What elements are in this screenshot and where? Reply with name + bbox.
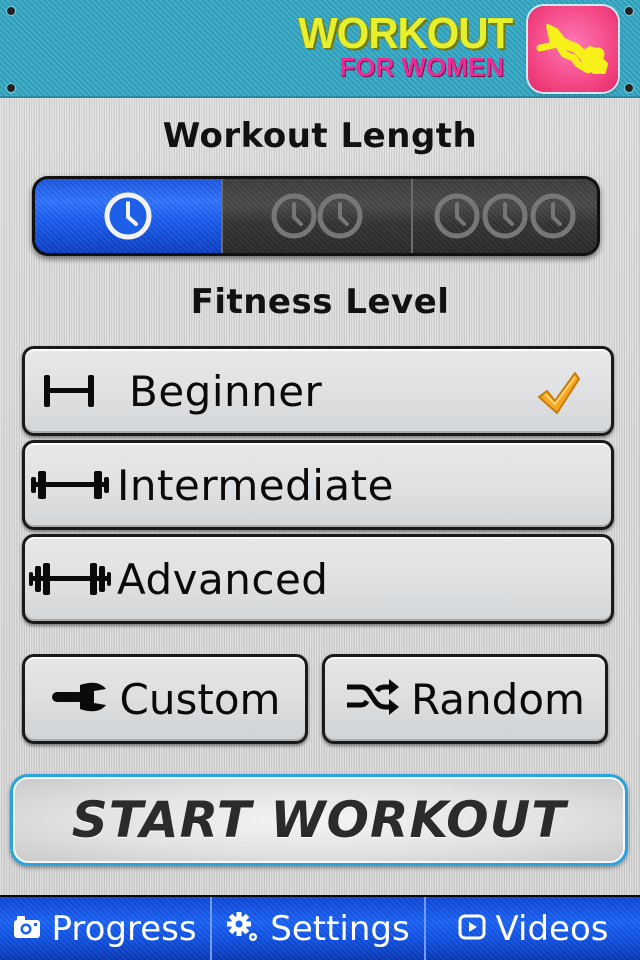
- length-option-long[interactable]: [411, 179, 597, 253]
- wrench-icon: [50, 679, 110, 719]
- app-header: WORKOUT FOR WOMEN: [0, 0, 640, 98]
- rivet-icon: [7, 84, 15, 92]
- clock-icon: [271, 193, 363, 239]
- dumbbell-medium-icon: [25, 465, 115, 505]
- tab-videos[interactable]: Videos: [424, 897, 640, 960]
- tab-settings[interactable]: Settings: [210, 897, 424, 960]
- rivet-icon: [7, 7, 15, 15]
- start-workout-label: START WORKOUT: [71, 791, 567, 849]
- app-logo: WORKOUT FOR WOMEN: [287, 9, 513, 81]
- start-workout-button[interactable]: START WORKOUT: [10, 774, 628, 866]
- custom-workout-button[interactable]: Custom: [22, 654, 308, 744]
- rivet-icon: [625, 84, 633, 92]
- play-icon: [458, 914, 486, 944]
- checkmark-icon: [535, 369, 583, 421]
- workout-length-title: Workout Length: [162, 116, 478, 156]
- random-label: Random: [411, 674, 585, 724]
- camera-icon: [13, 915, 41, 943]
- length-option-medium[interactable]: [221, 179, 411, 253]
- level-advanced-button[interactable]: Advanced: [22, 534, 614, 624]
- level-intermediate-button[interactable]: Intermediate: [22, 440, 614, 530]
- clock-icon: [104, 192, 152, 240]
- gear-icon: [226, 911, 260, 947]
- logo-main-text: WORKOUT: [298, 9, 513, 58]
- fitness-level-title: Fitness Level: [190, 282, 450, 322]
- tab-bar: Progress Settings Videos: [0, 895, 640, 960]
- tab-label: Progress: [51, 908, 197, 949]
- dumbbell-heavy-icon: [25, 559, 115, 599]
- level-label: Intermediate: [117, 460, 394, 510]
- level-label: Advanced: [117, 554, 329, 604]
- tab-progress[interactable]: Progress: [0, 897, 210, 960]
- rivet-icon: [625, 7, 633, 15]
- clock-icon: [434, 193, 576, 239]
- workout-length-selector: [32, 176, 600, 256]
- dumbbell-light-icon: [25, 371, 115, 411]
- random-workout-button[interactable]: Random: [322, 654, 608, 744]
- tab-label: Videos: [495, 908, 609, 949]
- length-option-short[interactable]: [35, 179, 221, 253]
- custom-label: Custom: [119, 674, 281, 724]
- shuffle-icon: [345, 675, 401, 723]
- level-beginner-button[interactable]: Beginner: [22, 346, 614, 436]
- tab-label: Settings: [270, 908, 410, 949]
- level-label: Beginner: [129, 366, 323, 416]
- woman-doing-crunches-icon: [528, 6, 618, 92]
